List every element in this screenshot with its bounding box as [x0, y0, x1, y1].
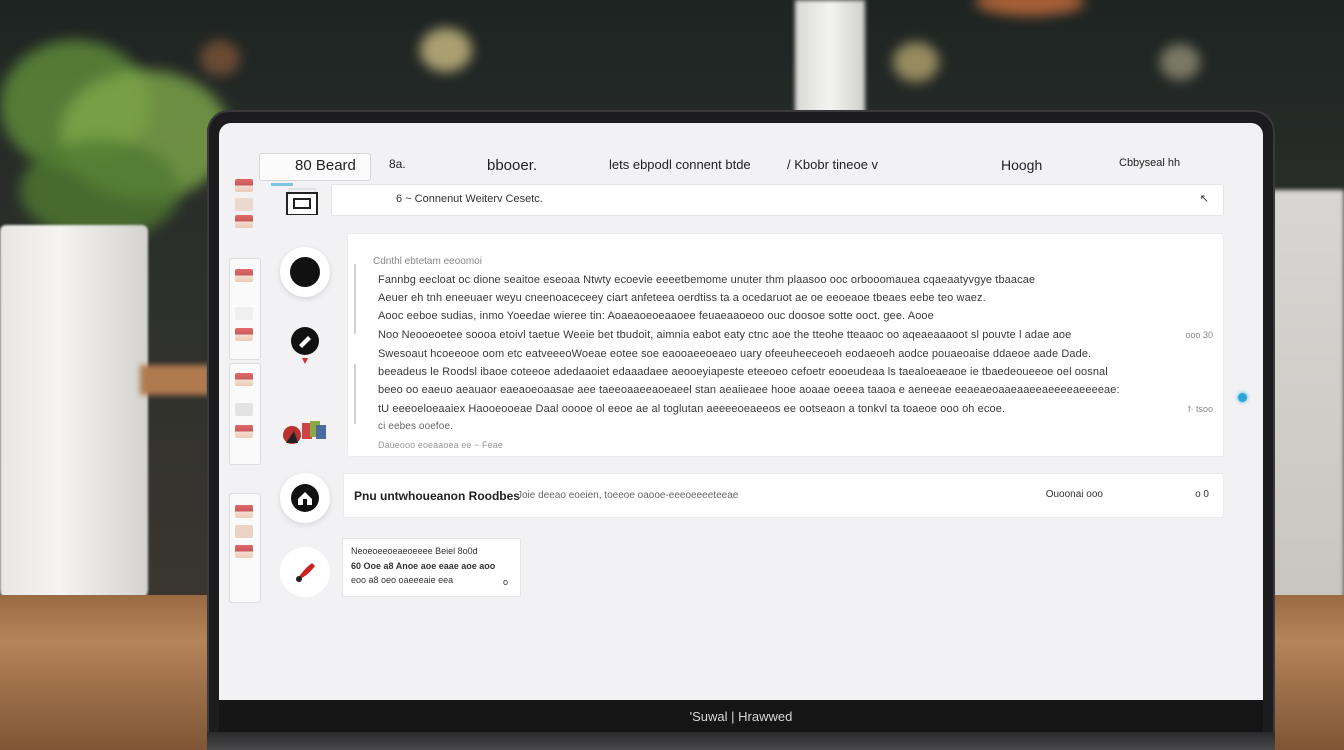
post-line: Aooc eeboe sudias, inmo Yoeedae wieree t… [378, 310, 934, 322]
nav-item[interactable]: / Kbobr tineoe v [787, 157, 878, 172]
post-line: ci eebes ooefoe. [378, 421, 453, 432]
mini-line: eoo a8 oeo oaeeeaie eea [351, 575, 454, 585]
compose-icon-box[interactable] [271, 183, 321, 216]
nav-item[interactable]: lets ebpodl connent btde [609, 157, 751, 172]
user-avatar[interactable] [280, 247, 330, 297]
nav-item[interactable]: bbooer. [487, 157, 537, 174]
post-line: tU eeeoeloeaaiex Haooeooeae Daal ooooe o… [378, 403, 1006, 415]
brush-icon [296, 563, 315, 582]
background-shelf [140, 365, 210, 395]
mini-card[interactable]: Neoeoeeoeaeoeeee Beiel 8o0d 60 Ooe a8 An… [342, 538, 521, 597]
bokeh-light [1160, 44, 1200, 80]
pin-icon [291, 327, 319, 364]
row-action[interactable]: o 0 [1195, 489, 1209, 500]
rail-thumbnail[interactable] [235, 269, 253, 282]
plant-pot [0, 225, 148, 600]
post-side-meta[interactable]: ooo 30 [1185, 330, 1213, 340]
nav-item[interactable]: Hoogh [1001, 157, 1042, 173]
row-status: Ouoonai ooo [1045, 489, 1103, 500]
thread-line [354, 364, 356, 424]
home-icon [291, 484, 319, 512]
mini-line: 60 Ooe a8 Anoe aoe eaae aoe aoo [351, 561, 496, 571]
user-avatar[interactable] [280, 319, 330, 369]
post-meta: Cdnthl ebtetam eeoomoi [373, 256, 482, 267]
post-line: beeadeus le Roodsl ibaoe coteeoe adedaao… [378, 366, 1108, 378]
compose-icon [271, 183, 318, 216]
rail-thumbnail[interactable] [235, 215, 253, 228]
search-bar[interactable]: 6 ~ Connenut Weiterv Cesetc. ↖ [331, 184, 1224, 216]
row-title[interactable]: Pnu untwhoueanon Roodbes [354, 489, 520, 503]
left-thumbnail-rail [229, 173, 261, 603]
user-avatar[interactable] [280, 406, 330, 456]
avatar-glyph [290, 257, 320, 287]
search-text: 6 ~ Connenut Weiterv Cesetc. [396, 193, 543, 205]
rail-thumbnail[interactable] [235, 403, 253, 416]
post-line: Fannbg eecloat oc dione seaitoe eseoaa N… [378, 274, 1036, 286]
nav-item[interactable]: Cbbyseal hh [1119, 157, 1180, 169]
notification-dot[interactable] [1238, 393, 1247, 402]
rail-thumbnail[interactable] [235, 525, 253, 538]
laptop-base [207, 732, 1275, 750]
device-label: 'Suwal | Hrawwed [689, 708, 793, 724]
cursor-icon[interactable]: ↖ [1200, 192, 1209, 205]
list-row[interactable]: Pnu untwhoueanon Roodbes Joie deeao eoei… [343, 473, 1224, 518]
rail-thumbnail[interactable] [235, 328, 253, 341]
nav-item[interactable]: 8a. [389, 157, 406, 171]
laptop-chin: 'Suwal | Hrawwed [219, 700, 1263, 732]
post-line: Noo Neooeoetee soooa etoivl taetue Weeie… [378, 329, 1072, 341]
background-pillar [795, 0, 865, 115]
user-avatar[interactable] [280, 547, 330, 597]
laptop-screen: 80 Beard 8a. bbooer. lets ebpodl connent… [219, 123, 1263, 700]
row-subtitle: Joie deeao eoeien, toeeoe oaooe-eeeoeeee… [517, 490, 739, 501]
rail-thumbnail[interactable] [235, 307, 253, 320]
thread-line [354, 264, 356, 334]
user-avatar[interactable] [280, 473, 330, 523]
post-line: Swesoaut hcoeeooe oom etc eatveeeoWoeae … [378, 348, 1092, 360]
top-navigation: 80 Beard 8a. bbooer. lets ebpodl connent… [219, 148, 1263, 182]
mini-line: Neoeoeeoeaeoeeee Beiel 8o0d [351, 546, 478, 556]
rail-thumbnail[interactable] [235, 545, 253, 558]
rail-thumbnail[interactable] [235, 505, 253, 518]
bokeh-light [420, 28, 472, 72]
rail-thumbnail[interactable] [235, 425, 253, 438]
post-card[interactable]: Cdnthl ebtetam eeoomoi Fannbg eecloat oc… [347, 233, 1224, 457]
post-side-meta[interactable]: f· tsoo [1188, 404, 1213, 414]
post-line: beeo oo eaeuo aeauaor eaeaoeoaasae aee t… [378, 384, 1120, 396]
brand-title[interactable]: 80 Beard [295, 157, 356, 174]
rail-thumbnail[interactable] [235, 373, 253, 386]
gallery-icon [283, 421, 326, 444]
bokeh-light [200, 40, 240, 76]
post-footer: Daueooo eoeaaoea ee ~ Feae [378, 440, 503, 450]
post-line: Aeuer eh tnh eneeuaer weyu cneenoaceceey… [378, 292, 986, 304]
bokeh-light [893, 42, 939, 82]
mini-end-icon[interactable]: o [503, 577, 508, 587]
rail-thumbnail[interactable] [235, 198, 253, 211]
